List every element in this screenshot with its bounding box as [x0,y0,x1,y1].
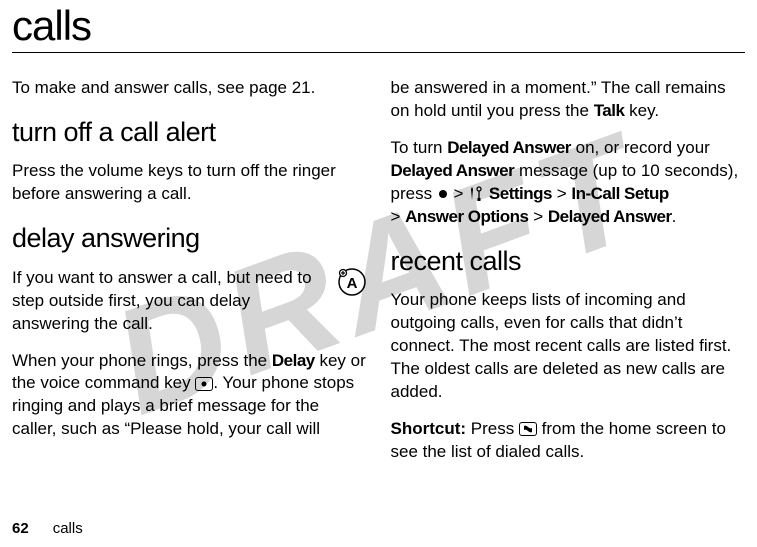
recent-shortcut: Shortcut: Press from the home screen to … [391,418,746,464]
page-title: calls [12,2,745,53]
gt1: > [449,184,468,203]
page-number: 62 [12,520,29,537]
recent-p1: Your phone keeps lists of incoming and o… [391,289,746,404]
section-heading-delay: delay answering [12,220,367,256]
col2-p2-b: on, or record your [571,138,710,157]
delay-p1-container: A If you want to answer a call, but need… [12,267,367,336]
delay-p2: When your phone rings, press the Delay k… [12,350,367,442]
delayed-answer-3: Delayed Answer [548,207,672,226]
page-content: calls To make and answer calls, see page… [0,0,757,478]
column-right: be answered in a moment.” The call remai… [391,77,746,478]
shortcut-b: Press [466,419,519,438]
col2-p2-a: To turn [391,138,448,157]
delay-p2-a: When your phone rings, press the [12,351,272,370]
col2-p1-a: be answered in a moment.” The call remai… [391,78,726,120]
settings-label: Settings [489,184,552,203]
two-column-layout: To make and answer calls, see page 21. t… [12,77,745,478]
center-key-icon [439,190,447,198]
delay-p1-text: If you want to answer a call, but need t… [12,268,312,333]
settings-tools-icon [469,184,483,204]
voice-command-key-icon [195,377,213,391]
gt3: > [391,207,406,226]
section-heading-turn-off: turn off a call alert [12,114,367,150]
section-heading-recent: recent calls [391,243,746,279]
gt2: > [552,184,571,203]
col2-p1: be answered in a moment.” The call remai… [391,77,746,123]
intro-paragraph: To make and answer calls, see page 21. [12,77,367,100]
column-left: To make and answer calls, see page 21. t… [12,77,367,478]
feature-badge-icon: A [337,267,367,297]
talk-key-label: Talk [594,101,625,120]
answer-options-label: Answer Options [405,207,528,226]
svg-text:A: A [346,275,357,292]
delayed-answer-1: Delayed Answer [447,138,571,157]
footer-section-label: calls [53,520,83,537]
shortcut-label: Shortcut: [391,419,467,438]
incall-setup-label: In-Call Setup [571,184,668,203]
delay-key-label: Delay [272,351,315,370]
col2-p1-b: key. [624,101,659,120]
turn-off-body: Press the volume keys to turn off the ri… [12,160,367,206]
page-footer: 62 calls [12,520,83,537]
period: . [672,207,677,226]
delayed-answer-2: Delayed Answer [391,161,515,180]
col2-p2: To turn Delayed Answer on, or record you… [391,137,746,229]
send-key-icon [519,422,537,436]
gt4: > [529,207,548,226]
